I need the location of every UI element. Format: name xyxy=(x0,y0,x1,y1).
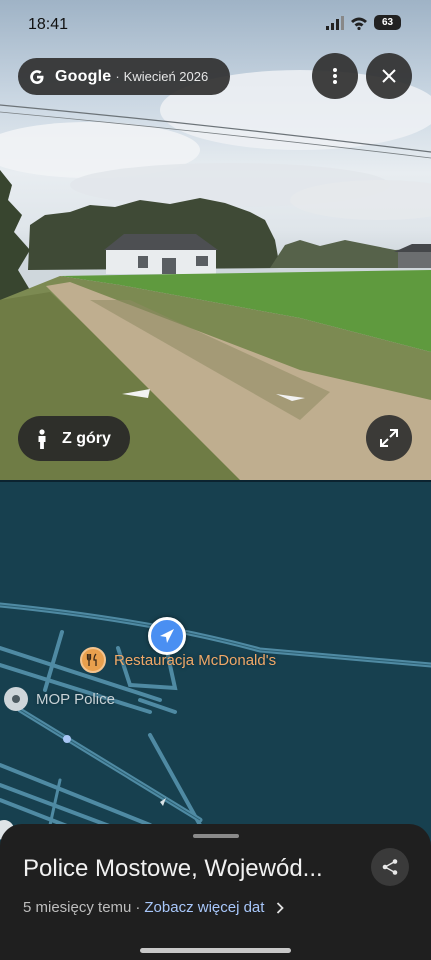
poi-label: MOP Police xyxy=(36,690,115,708)
drag-handle[interactable] xyxy=(193,834,239,838)
google-g-icon xyxy=(30,69,44,84)
poi-mcdonalds[interactable]: Restauracja McDonald's xyxy=(80,647,276,673)
more-options-button[interactable] xyxy=(312,53,358,99)
expand-icon xyxy=(380,429,398,447)
poi-label: Restauracja McDonald's xyxy=(114,651,277,669)
close-icon xyxy=(382,69,396,83)
imagery-info-chip[interactable]: Google · Kwiecień 2026 xyxy=(18,58,230,95)
imagery-age: 5 miesięcy temu xyxy=(23,899,132,916)
pegman-icon xyxy=(38,428,46,449)
chevron-right-icon[interactable] xyxy=(276,901,285,914)
place-bottom-sheet[interactable]: Police Mostowe, Wojewód... 5 miesięcy te… xyxy=(0,824,431,960)
battery-indicator: 63 xyxy=(374,15,401,30)
close-button[interactable] xyxy=(366,53,412,99)
see-more-dates-link[interactable]: Zobacz więcej dat xyxy=(144,899,264,916)
poi-mop-police[interactable]: MOP Police xyxy=(4,687,115,711)
fullscreen-button[interactable] xyxy=(366,415,412,461)
view-mode-button[interactable]: Z góry xyxy=(18,416,130,461)
place-title: Police Mostowe, Wojewód... xyxy=(23,855,323,882)
capture-date: Kwiecień 2026 xyxy=(123,69,209,84)
more-vert-icon xyxy=(333,68,337,84)
home-indicator[interactable] xyxy=(140,948,291,953)
share-icon xyxy=(382,859,398,875)
imagery-meta-row: 5 miesięcy temu · Zobacz więcej dat xyxy=(23,899,285,916)
place-pin-icon xyxy=(4,687,28,711)
chip-separator: · xyxy=(115,69,120,84)
status-bar: 18:41 63 xyxy=(0,0,431,48)
status-icons: 63 xyxy=(326,15,401,30)
navigation-arrow-icon xyxy=(160,629,174,643)
wifi-icon xyxy=(351,17,367,30)
signal-icon xyxy=(326,15,344,30)
view-mode-label: Z góry xyxy=(62,429,111,447)
street-view-panorama[interactable]: 18:41 63 Google · Kwiecień 2026 Z góry xyxy=(0,0,431,480)
status-time: 18:41 xyxy=(28,16,69,33)
battery-level: 63 xyxy=(381,17,394,28)
restaurant-icon xyxy=(80,647,106,673)
google-brand-label: Google xyxy=(55,67,112,85)
map-dot xyxy=(63,735,71,743)
meta-separator: · xyxy=(135,899,141,916)
share-button[interactable] xyxy=(371,848,409,886)
